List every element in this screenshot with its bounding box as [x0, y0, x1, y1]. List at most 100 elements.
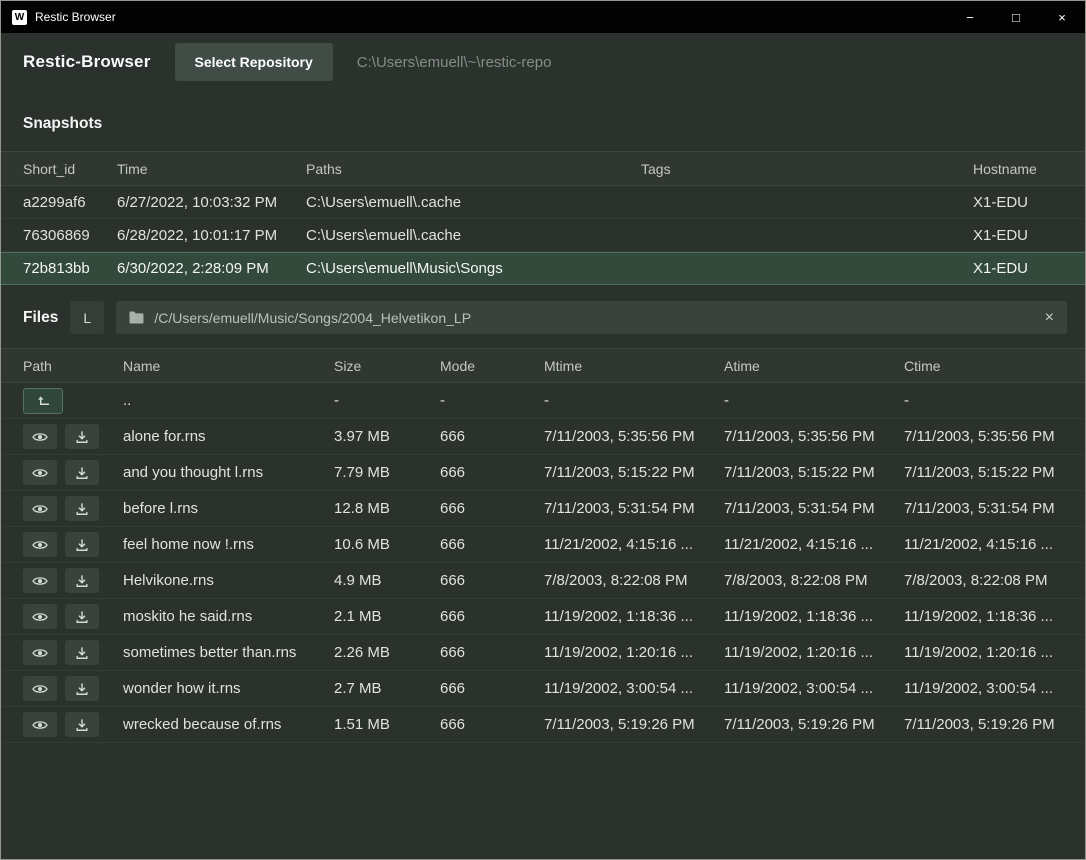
file-mode-cell: 666	[440, 536, 544, 553]
file-size-cell: -	[334, 392, 440, 409]
download-file-button[interactable]	[65, 676, 99, 701]
preview-file-button[interactable]	[23, 460, 57, 485]
file-mtime-cell: 7/8/2003, 8:22:08 PM	[544, 572, 724, 589]
snapshots-section-header: Snapshots	[1, 91, 1085, 151]
close-button[interactable]: ×	[1039, 1, 1085, 33]
preview-file-button[interactable]	[23, 676, 57, 701]
file-atime-cell: 11/21/2002, 4:15:16 ...	[724, 536, 904, 553]
file-name-cell: wrecked because of.rns	[123, 716, 334, 733]
download-file-button[interactable]	[65, 460, 99, 485]
eye-icon	[32, 719, 48, 731]
column-header-mtime[interactable]: Mtime	[544, 358, 724, 374]
download-icon	[75, 718, 89, 732]
file-atime-cell: 7/11/2003, 5:31:54 PM	[724, 500, 904, 517]
column-header-time[interactable]: Time	[117, 161, 306, 177]
download-icon	[75, 646, 89, 660]
file-size-cell: 3.97 MB	[334, 428, 440, 445]
file-size-cell: 2.26 MB	[334, 644, 440, 661]
file-ctime-cell: -	[904, 392, 1063, 409]
files-table-header: Path Name Size Mode Mtime Atime Ctime	[1, 348, 1085, 383]
preview-file-button[interactable]	[23, 640, 57, 665]
drive-select-button[interactable]: L	[70, 301, 104, 334]
maximize-button[interactable]: □	[993, 1, 1039, 33]
file-atime-cell: 7/11/2003, 5:35:56 PM	[724, 428, 904, 445]
files-section-header: Files L /C/Users/emuell/Music/Songs/2004…	[1, 285, 1085, 348]
preview-file-button[interactable]	[23, 496, 57, 521]
eye-icon	[32, 431, 48, 443]
snapshot-row[interactable]: a2299af6 6/27/2022, 10:03:32 PM C:\Users…	[1, 186, 1085, 219]
column-header-ctime[interactable]: Ctime	[904, 358, 1063, 374]
file-mode-cell: -	[440, 392, 544, 409]
file-mtime-cell: 7/11/2003, 5:35:56 PM	[544, 428, 724, 445]
download-file-button[interactable]	[65, 604, 99, 629]
file-atime-cell: -	[724, 392, 904, 409]
file-mode-cell: 666	[440, 572, 544, 589]
select-repository-button[interactable]: Select Repository	[175, 43, 333, 81]
file-actions-cell	[23, 676, 123, 701]
column-header-name[interactable]: Name	[123, 358, 334, 374]
download-file-button[interactable]	[65, 568, 99, 593]
file-name-cell: wonder how it.rns	[123, 680, 334, 697]
file-name-cell: moskito he said.rns	[123, 608, 334, 625]
snapshot-hostname-cell: X1-EDU	[973, 260, 1063, 277]
download-icon	[75, 538, 89, 552]
go-up-button[interactable]	[23, 388, 63, 414]
file-row[interactable]: moskito he said.rns 2.1 MB 666 11/19/200…	[1, 599, 1085, 635]
column-header-path[interactable]: Path	[23, 358, 123, 374]
file-actions-cell	[23, 496, 123, 521]
file-row[interactable]: sometimes better than.rns 2.26 MB 666 11…	[1, 635, 1085, 671]
file-mtime-cell: 11/19/2002, 1:20:16 ...	[544, 644, 724, 661]
preview-file-button[interactable]	[23, 424, 57, 449]
level-up-icon	[36, 394, 51, 407]
download-file-button[interactable]	[65, 640, 99, 665]
download-file-button[interactable]	[65, 424, 99, 449]
download-icon	[75, 610, 89, 624]
file-path-input[interactable]: /C/Users/emuell/Music/Songs/2004_Helveti…	[116, 301, 1067, 334]
column-header-hostname[interactable]: Hostname	[973, 161, 1063, 177]
eye-icon	[32, 575, 48, 587]
file-mode-cell: 666	[440, 428, 544, 445]
preview-file-button[interactable]	[23, 568, 57, 593]
file-row[interactable]: wonder how it.rns 2.7 MB 666 11/19/2002,…	[1, 671, 1085, 707]
snapshot-row[interactable]: 72b813bb 6/30/2022, 2:28:09 PM C:\Users\…	[1, 252, 1085, 285]
eye-icon	[32, 647, 48, 659]
file-row[interactable]: Helvikone.rns 4.9 MB 666 7/8/2003, 8:22:…	[1, 563, 1085, 599]
snapshot-row[interactable]: 76306869 6/28/2022, 10:01:17 PM C:\Users…	[1, 219, 1085, 252]
column-header-tags[interactable]: Tags	[641, 161, 973, 177]
file-row[interactable]: feel home now !.rns 10.6 MB 666 11/21/20…	[1, 527, 1085, 563]
file-row[interactable]: and you thought l.rns 7.79 MB 666 7/11/2…	[1, 455, 1085, 491]
preview-file-button[interactable]	[23, 604, 57, 629]
file-mode-cell: 666	[440, 500, 544, 517]
file-mtime-cell: 11/21/2002, 4:15:16 ...	[544, 536, 724, 553]
file-row[interactable]: wrecked because of.rns 1.51 MB 666 7/11/…	[1, 707, 1085, 743]
file-mtime-cell: 7/11/2003, 5:15:22 PM	[544, 464, 724, 481]
clear-path-button[interactable]: ×	[1045, 310, 1054, 326]
minimize-button[interactable]: −	[947, 1, 993, 33]
file-ctime-cell: 7/11/2003, 5:35:56 PM	[904, 428, 1063, 445]
file-actions-cell	[23, 460, 123, 485]
column-header-paths[interactable]: Paths	[306, 161, 641, 177]
file-ctime-cell: 7/11/2003, 5:19:26 PM	[904, 716, 1063, 733]
preview-file-button[interactable]	[23, 532, 57, 557]
download-file-button[interactable]	[65, 712, 99, 737]
file-name-cell: alone for.rns	[123, 428, 334, 445]
file-row[interactable]: alone for.rns 3.97 MB 666 7/11/2003, 5:3…	[1, 419, 1085, 455]
column-header-size[interactable]: Size	[334, 358, 440, 374]
file-mtime-cell: 7/11/2003, 5:31:54 PM	[544, 500, 724, 517]
parent-directory-row[interactable]: .. - - - - -	[1, 383, 1085, 419]
download-file-button[interactable]	[65, 532, 99, 557]
column-header-atime[interactable]: Atime	[724, 358, 904, 374]
preview-file-button[interactable]	[23, 712, 57, 737]
file-name-cell: ..	[123, 392, 334, 409]
file-row[interactable]: before l.rns 12.8 MB 666 7/11/2003, 5:31…	[1, 491, 1085, 527]
file-ctime-cell: 7/11/2003, 5:31:54 PM	[904, 500, 1063, 517]
download-file-button[interactable]	[65, 496, 99, 521]
column-header-mode[interactable]: Mode	[440, 358, 544, 374]
column-header-short-id[interactable]: Short_id	[23, 161, 117, 177]
file-name-cell: and you thought l.rns	[123, 464, 334, 481]
file-actions-cell	[23, 532, 123, 557]
snapshot-paths-cell: C:\Users\emuell\.cache	[306, 194, 641, 211]
snapshot-short-id-cell: 72b813bb	[23, 260, 117, 277]
page-title: Restic-Browser	[23, 52, 151, 72]
file-name-cell: Helvikone.rns	[123, 572, 334, 589]
